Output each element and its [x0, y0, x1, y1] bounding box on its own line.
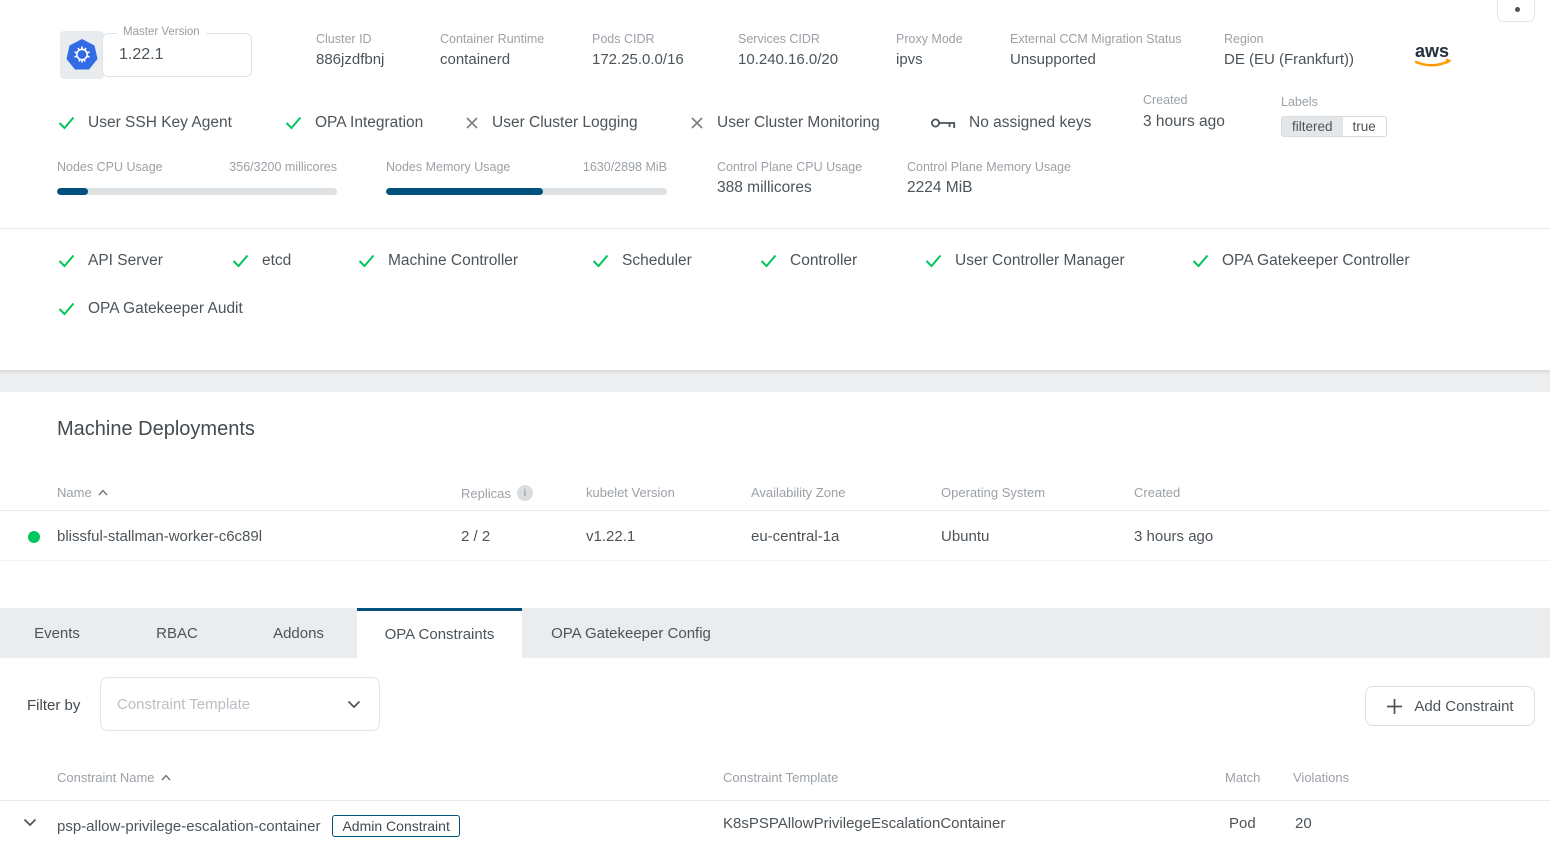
- master-version-value: 1.22.1: [119, 46, 163, 64]
- add-constraint-button[interactable]: Add Constraint: [1365, 686, 1535, 726]
- overview-divider: [0, 228, 1550, 229]
- md-header-divider: [0, 510, 1550, 511]
- component-scheduler: Scheduler: [592, 250, 692, 272]
- admin-constraint-badge: Admin Constraint: [332, 815, 459, 837]
- control-plane-cpu-usage: Control Plane CPU Usage 388 millicores: [717, 160, 897, 202]
- check-icon: [760, 254, 777, 268]
- component-machine-controller: Machine Controller: [358, 250, 518, 272]
- tab-addons[interactable]: Addons: [240, 608, 357, 658]
- opa-col-template: Constraint Template: [723, 770, 838, 785]
- cluster-overview-card: Master Version 1.22.1 Cluster ID 886jzdf…: [0, 0, 1550, 370]
- constraint-match-cell: Pod: [1229, 815, 1256, 832]
- check-icon: [58, 254, 75, 268]
- labels-field: Labels filtered true: [1281, 93, 1387, 137]
- nodes-memory-usage: Nodes Memory Usage 1630/2898 MiB: [386, 160, 667, 195]
- info-icon[interactable]: i: [517, 485, 533, 501]
- check-icon: [925, 254, 942, 268]
- feature-user-ssh-key-agent: User SSH Key Agent: [58, 112, 232, 134]
- constraint-name-cell: psp-allow-privilege-escalation-container…: [57, 815, 460, 837]
- pods-cidr-field: Pods CIDR 172.25.0.0/16: [592, 30, 655, 48]
- cluster-actions-menu-button[interactable]: [1497, 0, 1535, 22]
- sort-asc-icon: [98, 489, 108, 496]
- nodes-cpu-usage-value: 356/3200 millicores: [229, 160, 337, 174]
- label-chip: filtered true: [1281, 116, 1387, 137]
- opa-header-divider: [0, 800, 1550, 801]
- sort-asc-icon: [161, 774, 171, 781]
- md-col-name[interactable]: Name: [57, 485, 108, 500]
- md-col-kubelet: kubelet Version: [586, 485, 675, 500]
- component-etcd: etcd: [232, 250, 291, 272]
- tab-events[interactable]: Events: [0, 608, 114, 658]
- feature-user-cluster-logging: User Cluster Logging: [465, 112, 638, 134]
- aws-logo: aws: [1412, 40, 1458, 77]
- check-icon: [358, 254, 375, 268]
- vertical-dots-icon: [1515, 7, 1520, 12]
- kubernetes-logo-icon: [60, 31, 104, 79]
- check-icon: [232, 254, 249, 268]
- constraint-template-cell: K8sPSPAllowPrivilegeEscalationContainer: [723, 815, 1005, 832]
- constraint-violations-cell: 20: [1295, 815, 1312, 832]
- component-user-controller-manager: User Controller Manager: [925, 250, 1125, 272]
- nodes-cpu-usage: Nodes CPU Usage 356/3200 millicores: [57, 160, 337, 195]
- md-col-zone: Availability Zone: [751, 485, 845, 500]
- proxy-mode-field: Proxy Mode ipvs: [896, 30, 963, 48]
- services-cidr-field: Services CIDR 10.240.16.0/20: [738, 30, 820, 48]
- check-icon: [1192, 254, 1209, 268]
- check-icon: [58, 116, 75, 130]
- component-controller: Controller: [760, 250, 857, 272]
- x-icon: [690, 116, 704, 130]
- opa-col-violations: Violations: [1293, 770, 1349, 785]
- tab-opa-constraints[interactable]: OPA Constraints: [357, 608, 522, 658]
- ssh-keys-status: No assigned keys: [930, 112, 1091, 134]
- region-field: Region DE (EU (Frankfurt)): [1224, 30, 1264, 48]
- md-col-created: Created: [1134, 485, 1180, 500]
- opa-col-name[interactable]: Constraint Name: [57, 770, 171, 785]
- status-healthy-dot: [28, 531, 40, 543]
- chevron-down-icon: [347, 700, 361, 709]
- check-icon: [58, 302, 75, 316]
- tab-opa-gatekeeper-config[interactable]: OPA Gatekeeper Config: [522, 608, 740, 658]
- machine-deployments-card: Machine Deployments Name Replicas i kube…: [0, 392, 1550, 608]
- md-row-divider: [0, 560, 1550, 561]
- opa-constraints-panel: Filter by Constraint Template Add Constr…: [0, 658, 1550, 851]
- nodes-memory-usage-bar: [386, 188, 667, 195]
- md-col-os: Operating System: [941, 485, 1045, 500]
- created-field: Created 3 hours ago: [1143, 93, 1263, 135]
- cluster-tabs: Events RBAC Addons OPA Constraints OPA G…: [0, 608, 1550, 658]
- feature-opa-integration: OPA Integration: [285, 112, 423, 134]
- container-runtime-field: Container Runtime containerd: [440, 30, 544, 48]
- master-version-field: Master Version 1.22.1: [102, 33, 252, 77]
- component-opa-gatekeeper-audit: OPA Gatekeeper Audit: [58, 298, 243, 320]
- machine-deployments-title: Machine Deployments: [57, 418, 255, 441]
- ccm-migration-field: External CCM Migration Status Unsupporte…: [1010, 30, 1182, 48]
- cluster-id-field: Cluster ID 886jzdfbnj: [316, 30, 372, 48]
- filter-by-label: Filter by: [27, 697, 80, 714]
- md-col-replicas: Replicas i: [461, 485, 533, 501]
- nodes-memory-usage-value: 1630/2898 MiB: [583, 160, 667, 174]
- nodes-cpu-usage-bar: [57, 188, 337, 195]
- component-opa-gatekeeper-controller: OPA Gatekeeper Controller: [1192, 250, 1410, 272]
- svg-text:aws: aws: [1415, 41, 1449, 61]
- control-plane-memory-usage: Control Plane Memory Usage 2224 MiB: [907, 160, 1107, 202]
- feature-user-cluster-monitoring: User Cluster Monitoring: [690, 112, 880, 134]
- plus-icon: [1386, 698, 1403, 715]
- constraint-template-select[interactable]: Constraint Template: [100, 677, 380, 731]
- opa-col-match: Match: [1225, 770, 1260, 785]
- row-expander-chevron-down-icon[interactable]: [23, 818, 37, 827]
- x-icon: [465, 116, 479, 130]
- master-version-label: Master Version: [117, 26, 206, 38]
- check-icon: [592, 254, 609, 268]
- tab-rbac[interactable]: RBAC: [114, 608, 240, 658]
- key-icon: [930, 115, 957, 131]
- component-api-server: API Server: [58, 250, 163, 272]
- check-icon: [285, 116, 302, 130]
